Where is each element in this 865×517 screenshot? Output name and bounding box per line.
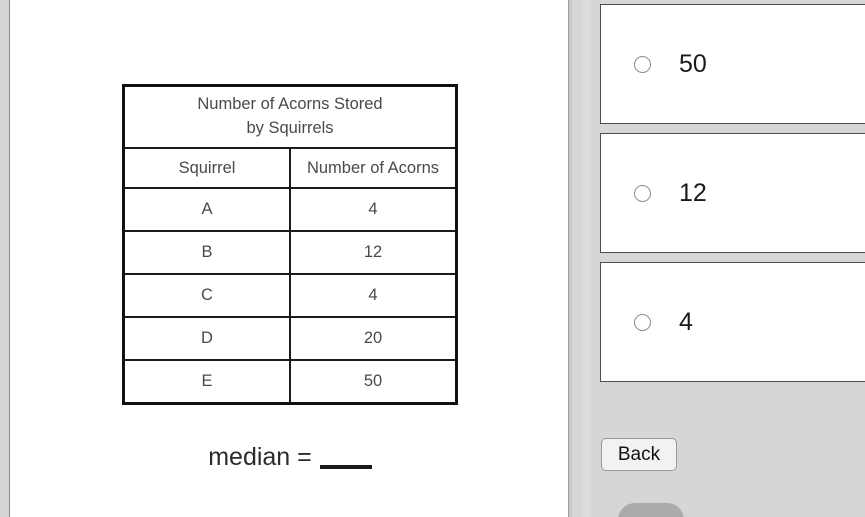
choice-option-4[interactable]: 4 [600, 262, 865, 382]
choice-option-12[interactable]: 12 [600, 133, 865, 253]
answer-pane: 50 12 4 Back [590, 0, 865, 517]
column-header-squirrel: Squirrel [122, 147, 291, 189]
choice-label: 4 [679, 307, 693, 336]
table-row: B 12 [122, 230, 458, 275]
table-title-row: Number of Acorns Stored by Squirrels [122, 84, 458, 149]
table-row: E 50 [122, 359, 458, 405]
table-row: A 4 [122, 187, 458, 232]
cell-acorns-a: 4 [289, 187, 458, 232]
median-prompt: median = [122, 443, 458, 472]
choice-option-50[interactable]: 50 [600, 4, 865, 124]
cell-squirrel-b: B [122, 230, 291, 275]
pane-divider[interactable] [568, 0, 590, 517]
cell-squirrel-c: C [122, 273, 291, 318]
table-header-row: Squirrel Number of Acorns [122, 147, 458, 189]
question-screen: Number of Acorns Stored by Squirrels Squ… [0, 0, 865, 517]
radio-button-icon[interactable] [634, 313, 651, 331]
median-label: median = [208, 443, 312, 471]
choice-label: 12 [679, 178, 707, 207]
choice-list: 50 12 4 [600, 4, 865, 391]
radio-button-icon[interactable] [634, 55, 651, 73]
cell-acorns-c: 4 [289, 273, 458, 318]
table-row: D 20 [122, 316, 458, 361]
cell-acorns-b: 12 [289, 230, 458, 275]
worksheet-pane: Number of Acorns Stored by Squirrels Squ… [10, 0, 568, 517]
acorn-table: Number of Acorns Stored by Squirrels Squ… [122, 84, 458, 405]
acorn-table-container: Number of Acorns Stored by Squirrels Squ… [122, 84, 458, 405]
cell-acorns-e: 50 [289, 359, 458, 405]
table-row: C 4 [122, 273, 458, 318]
choice-label: 50 [679, 49, 707, 78]
cell-acorns-d: 20 [289, 316, 458, 361]
cell-squirrel-e: E [122, 359, 291, 405]
back-button[interactable]: Back [601, 438, 677, 471]
table-title-line-1: Number of Acorns Stored [197, 95, 383, 114]
left-gutter [0, 0, 10, 517]
partial-bottom-control[interactable] [618, 503, 684, 517]
cell-squirrel-a: A [122, 187, 291, 232]
column-header-acorns: Number of Acorns [289, 147, 458, 189]
cell-squirrel-d: D [122, 316, 291, 361]
table-title-line-2: by Squirrels [246, 119, 334, 137]
table-title: Number of Acorns Stored by Squirrels [122, 84, 458, 149]
median-answer-blank [319, 445, 372, 469]
radio-button-icon[interactable] [634, 184, 651, 202]
